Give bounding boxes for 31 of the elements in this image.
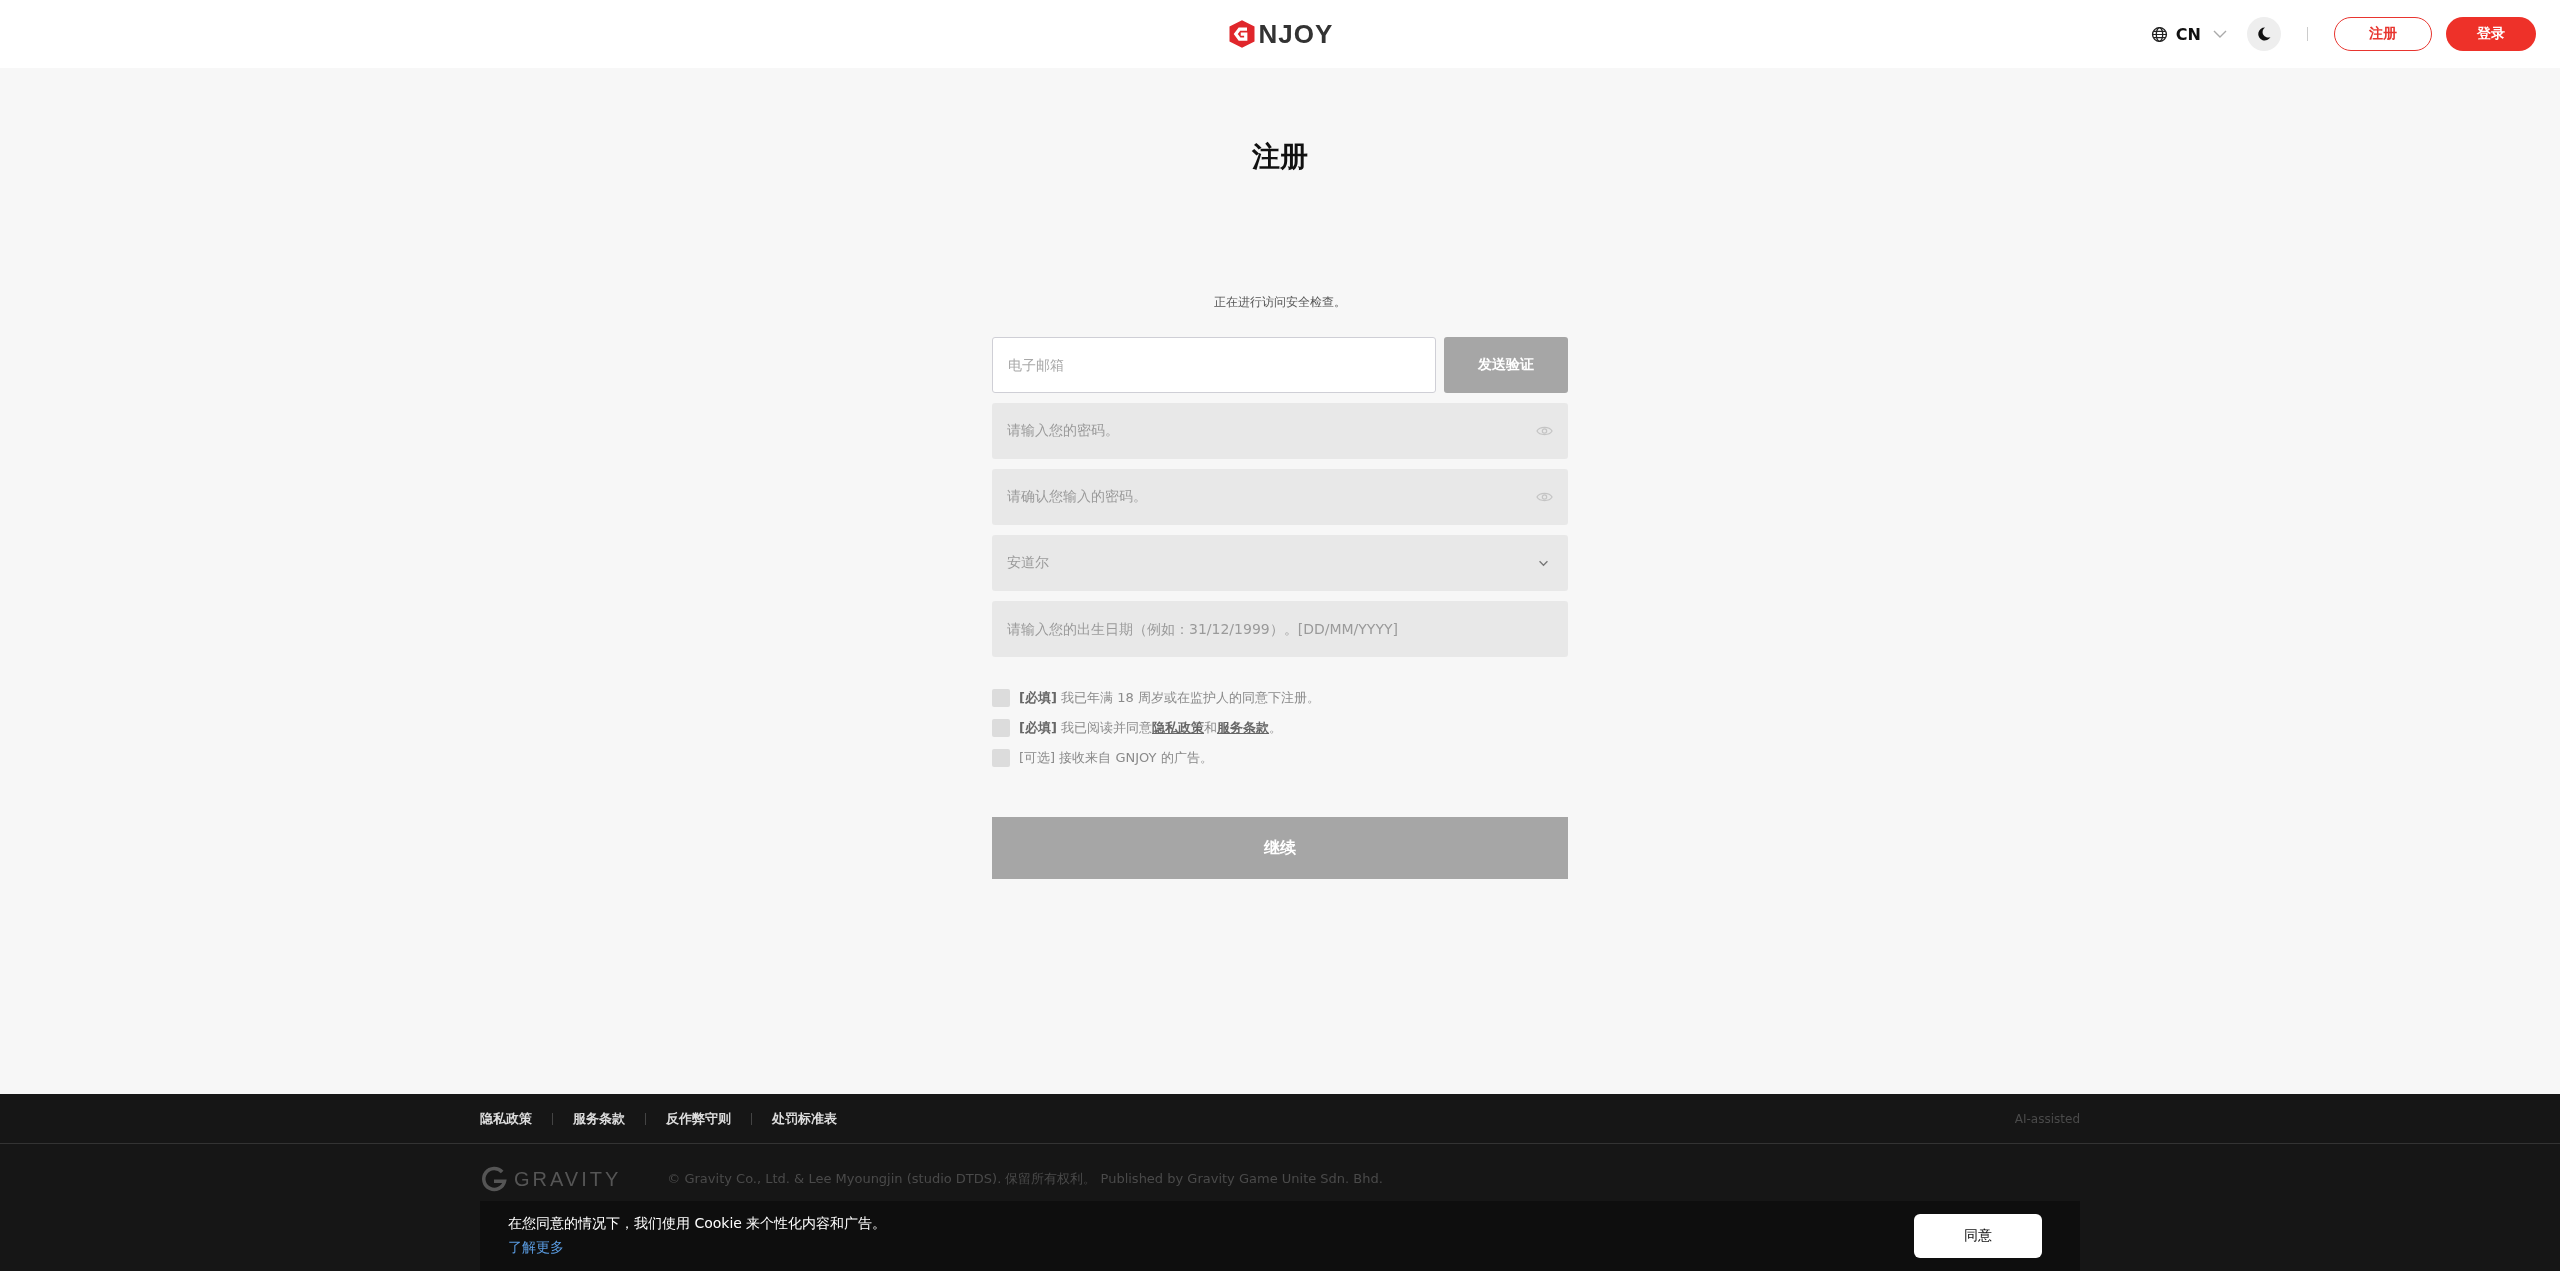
footer-link[interactable]: 反作弊守则 [666, 1109, 731, 1128]
learn-more-link[interactable]: 了解更多 [508, 1239, 887, 1257]
agreement-text: [可选] 接收来自 GNJOY 的广告。 [1019, 749, 1213, 767]
login-button[interactable]: 登录 [2446, 17, 2536, 51]
dark-mode-button[interactable] [2247, 17, 2281, 51]
footer-link[interactable]: 处罚标准表 [772, 1109, 837, 1128]
checkbox[interactable] [992, 689, 1010, 707]
password-placeholder: 请输入您的密码。 [1007, 422, 1120, 440]
agree-button[interactable]: 同意 [1914, 1214, 2042, 1258]
password-placeholder: 请确认您输入的密码。 [1007, 488, 1148, 506]
gravity-logo-icon [480, 1165, 508, 1193]
gravity-logo-text: GRAVITY [514, 1167, 622, 1191]
agreement-text: [必填] 我已阅读并同意隐私政策和服务条款。 [1019, 719, 1283, 737]
language-selector[interactable]: CN [2150, 24, 2227, 44]
footer-link[interactable]: 服务条款 [573, 1109, 625, 1128]
terms-link[interactable]: 隐私政策 [1152, 720, 1205, 735]
security-notice: 正在进行访问安全检查。 [1214, 294, 1346, 311]
moon-icon [2256, 26, 2272, 42]
footer-link[interactable]: 隐私政策 [480, 1109, 532, 1128]
cookie-message: 在您同意的情况下，我们使用 Cookie 来个性化内容和广告。 [508, 1215, 887, 1233]
email-field[interactable]: 电子邮箱 [992, 337, 1436, 393]
logo-text: NJOY [1258, 18, 1334, 50]
checkbox[interactable] [992, 719, 1010, 737]
terms-link[interactable]: 服务条款 [1217, 720, 1270, 735]
chevron-down-icon [2213, 30, 2227, 38]
signup-button[interactable]: 注册 [2334, 17, 2432, 51]
globe-icon [2150, 25, 2168, 43]
agreement-text: [必填] 我已年满 18 周岁或在监护人的同意下注册。 [1019, 689, 1320, 707]
checkbox[interactable] [992, 749, 1010, 767]
chevron-down-icon [1538, 559, 1549, 567]
page-title: 注册 [1252, 139, 1308, 175]
